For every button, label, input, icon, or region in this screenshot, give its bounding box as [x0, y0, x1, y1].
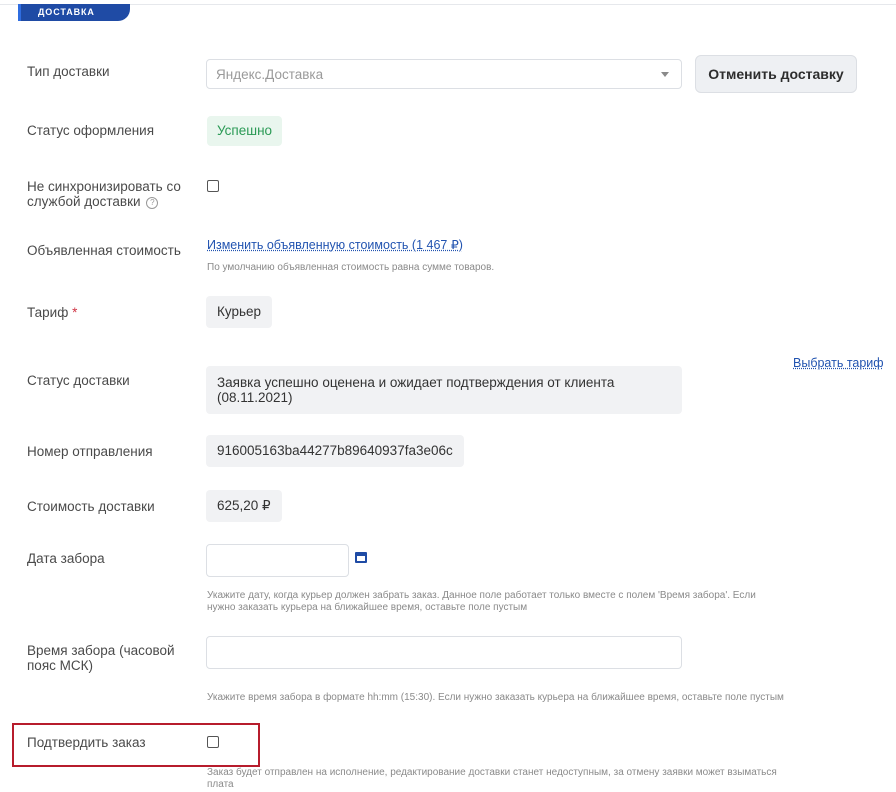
cancel-delivery-button[interactable]: Отменить доставку — [695, 55, 857, 93]
required-mark: * — [72, 305, 78, 320]
no-sync-label-line1: Не синхронизировать со — [27, 179, 181, 194]
registration-status-badge: Успешно — [207, 116, 283, 146]
pickup-time-label-line2: пояс МСК) — [27, 658, 93, 673]
pickup-date-label: Дата забора — [27, 551, 105, 566]
declared-value-hint: По умолчанию объявленная стоимость равна… — [207, 262, 495, 273]
delivery-status-value: Заявка успешно оценена и ожидает подтвер… — [206, 366, 682, 414]
delivery-status-label: Статус доставки — [27, 373, 130, 388]
tariff-value: Курьер — [206, 296, 273, 328]
registration-status-label: Статус оформления — [27, 123, 155, 138]
pickup-date-input[interactable] — [206, 544, 349, 577]
delivery-cost-value: 625,20 ₽ — [206, 490, 282, 522]
change-declared-value-link[interactable]: Изменить объявленную стоимость (1 467 ₽) — [207, 237, 463, 252]
confirm-order-hint-line1: Заказ будет отправлен на исполнение, ред… — [207, 767, 777, 778]
help-icon[interactable]: ? — [146, 197, 159, 209]
tariff-label-text: Тариф — [27, 305, 69, 320]
section-title: ДОСТАВКА — [38, 7, 95, 17]
pickup-date-hint-line1: Укажите дату, когда курьер должен забрат… — [207, 590, 756, 601]
pickup-time-input[interactable] — [206, 636, 682, 669]
pickup-date-hint-line2: нужно заказать курьера на ближайшее врем… — [207, 602, 528, 613]
delivery-type-select[interactable]: Яндекс.Доставка — [206, 59, 682, 89]
tracking-label: Номер отправления — [27, 444, 153, 459]
section-tab-delivery: ДОСТАВКА — [18, 4, 130, 21]
choose-tariff-link[interactable]: Выбрать тариф — [793, 356, 884, 370]
pickup-time-label: Время забора (часовой пояс МСК) — [27, 643, 175, 673]
no-sync-checkbox[interactable] — [207, 180, 219, 192]
delivery-type-label: Тип доставки — [27, 64, 110, 79]
calendar-icon[interactable] — [355, 552, 367, 563]
confirm-order-checkbox[interactable] — [207, 736, 219, 748]
confirm-order-hint: Заказ будет отправлен на исполнение, ред… — [207, 767, 777, 791]
pickup-date-hint: Укажите дату, когда курьер должен забрат… — [207, 590, 756, 614]
pickup-time-hint: Укажите время забора в формате hh:mm (15… — [207, 692, 784, 703]
no-sync-label-line2: службой доставки — [27, 194, 141, 209]
confirm-order-hint-line2: плата — [207, 779, 234, 790]
delivery-status-line1: Заявка успешно оценена и ожидает подтвер… — [217, 375, 615, 390]
no-sync-label: Не синхронизировать со службой доставки … — [27, 179, 181, 209]
pickup-time-label-line1: Время забора (часовой — [27, 643, 175, 658]
top-divider — [0, 4, 896, 5]
delivery-status-line2: (08.11.2021) — [217, 390, 293, 405]
chevron-down-icon — [661, 72, 669, 77]
tracking-number: 916005163ba44277b89640937fa3e06c — [206, 435, 464, 467]
confirm-order-label: Подтвердить заказ — [27, 735, 146, 750]
section-tab-accent-bar — [18, 4, 21, 21]
declared-value-label: Объявленная стоимость — [27, 243, 181, 258]
delivery-cost-label: Стоимость доставки — [27, 499, 155, 514]
tariff-label: Тариф * — [27, 305, 77, 320]
delivery-type-value: Яндекс.Доставка — [216, 67, 324, 82]
